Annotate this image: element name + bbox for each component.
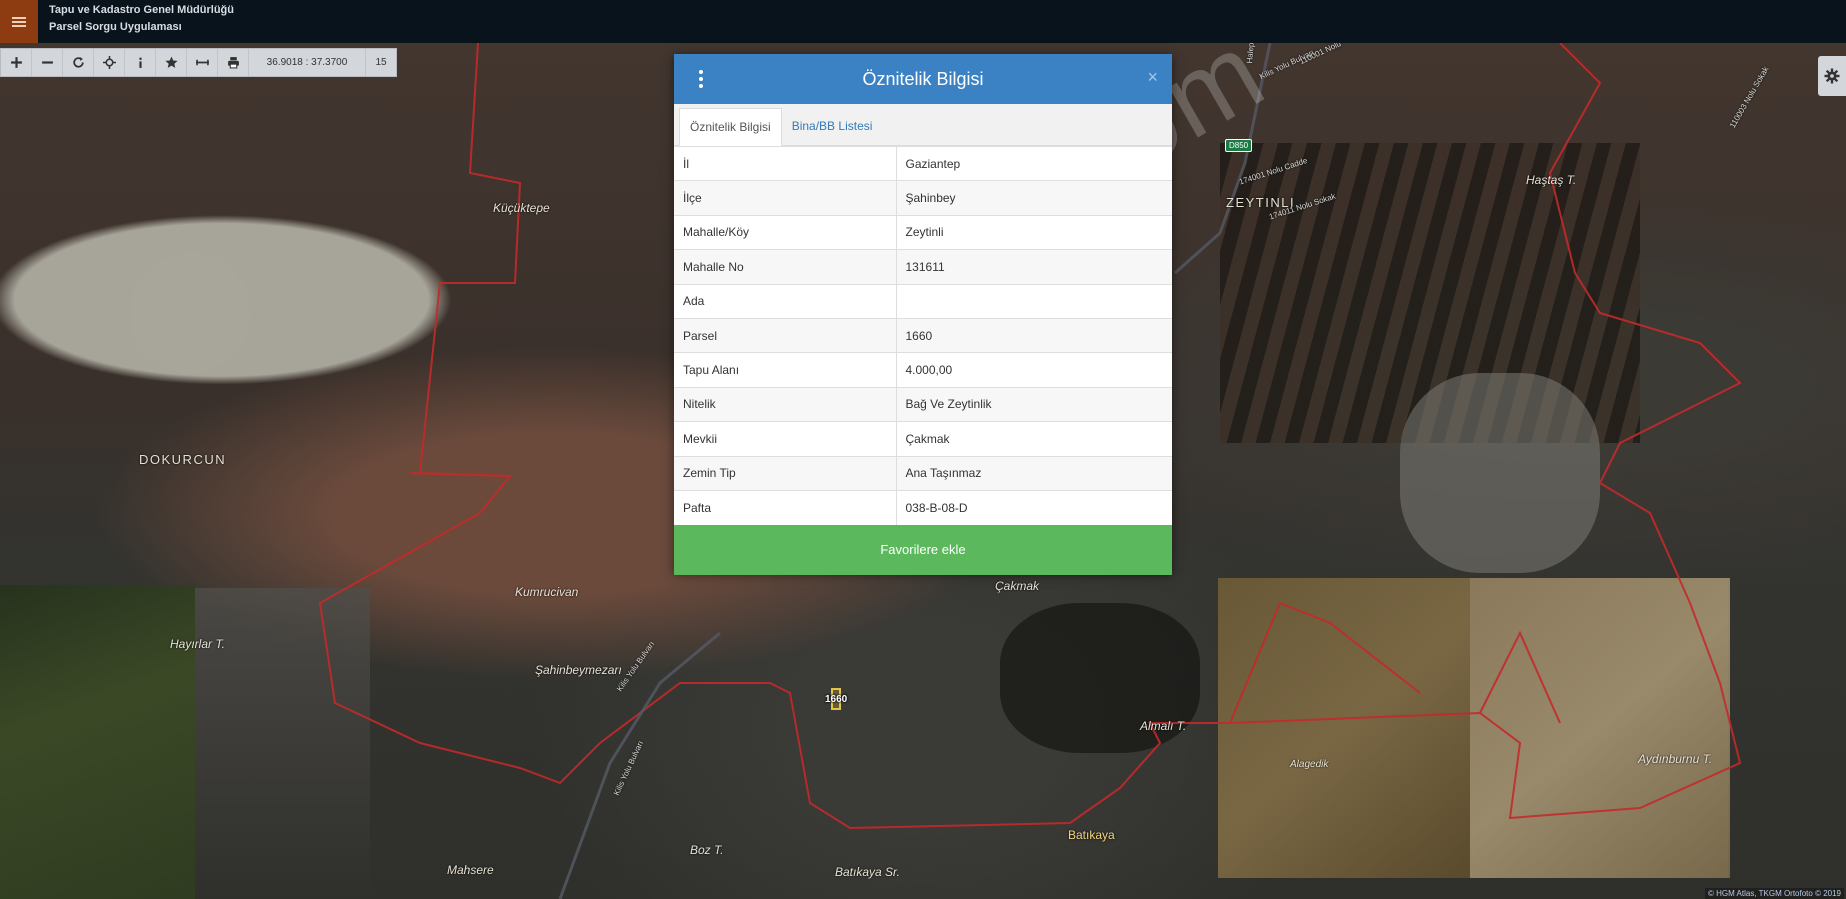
attribute-key: Zemin Tip [674, 455, 897, 491]
parcel-label: 1660 [825, 694, 848, 705]
dialog-tabs: Öznitelik Bilgisi Bina/BB Listesi [674, 104, 1172, 146]
attribute-key: Mahalle/Köy [674, 214, 897, 250]
attribute-value: Zeytinli [896, 214, 1172, 250]
dialog-header: Öznitelik Bilgisi × [674, 54, 1172, 104]
map-toolbar: 36.9018 : 37.3700 15 [0, 48, 397, 77]
gear-icon [1824, 68, 1840, 84]
refresh-icon[interactable] [63, 49, 94, 76]
table-row: Mahalle/Köy Zeytinli [674, 214, 1172, 250]
attribute-value: 4.000,00 [896, 352, 1172, 388]
coordinate-readout: 36.9018 : 37.3700 [249, 49, 366, 76]
table-row: Mevkii Çakmak [674, 421, 1172, 457]
attribute-table: İl Gaziantep İlçe Şahinbey Mahalle/Köy Zeytin… [674, 145, 1172, 525]
map-label: Haştaş T. [1526, 173, 1577, 187]
map-label: Batıkaya [1068, 828, 1115, 842]
attribute-value [896, 283, 1172, 319]
attribute-value: Çakmak [896, 421, 1172, 457]
kebab-menu-icon[interactable] [698, 70, 704, 88]
attribute-value: Gaziantep [896, 145, 1172, 181]
attribute-key: Pafta [674, 489, 897, 525]
info-icon[interactable] [125, 49, 156, 76]
add-to-favorites-button[interactable]: Favorilere ekle [674, 524, 1172, 575]
attribute-key: İlçe [674, 180, 897, 216]
table-row: Tapu Alanı 4.000,00 [674, 352, 1172, 388]
attribute-info-dialog: Öznitelik Bilgisi × Öznitelik Bilgisi Bi… [674, 54, 1172, 575]
map-label: Boz T. [690, 843, 724, 857]
measure-icon[interactable] [187, 49, 218, 76]
zoom-level: 15 [375, 57, 387, 68]
tab-attribute-info[interactable]: Öznitelik Bilgisi [679, 108, 782, 146]
table-row: Pafta 038-B-08-D [674, 489, 1172, 525]
attribute-key: Mahalle No [674, 249, 897, 285]
settings-button[interactable] [1818, 56, 1846, 96]
app-name: Parsel Sorgu Uygulaması [49, 21, 182, 33]
attribute-key: İl [674, 145, 897, 181]
tab-building-list[interactable]: Bina/BB Listesi [782, 107, 883, 145]
attribute-key: Mevkii [674, 421, 897, 457]
app-title: Tapu ve Kadastro Genel Müdürlüğü Parsel … [49, 2, 234, 36]
print-icon[interactable] [218, 49, 249, 76]
map-label: Mahsere [447, 863, 494, 877]
map-label: Alagedik [1290, 759, 1329, 770]
attribute-value: 038-B-08-D [896, 489, 1172, 525]
map-label: Şahinbeymezarı [535, 663, 622, 677]
map-label: Almalı T. [1140, 719, 1187, 733]
attribute-key: Ada [674, 283, 897, 319]
map-attribution[interactable]: © HGM Atlas, TKGM Ortofoto © 2019 [1704, 888, 1844, 899]
attribute-value: Şahinbey [896, 180, 1172, 216]
attribute-key: Nitelik [674, 386, 897, 422]
menu-button[interactable] [0, 0, 38, 43]
hamburger-icon [12, 16, 26, 27]
org-name: Tapu ve Kadastro Genel Müdürlüğü [49, 4, 234, 16]
map-label: Batıkaya Sr. [835, 865, 900, 879]
dialog-title: Öznitelik Bilgisi [862, 68, 984, 89]
favorite-star-icon[interactable] [156, 49, 187, 76]
table-row: İl Gaziantep [674, 145, 1172, 181]
attribute-value: 131611 [896, 249, 1172, 285]
attribute-key: Parsel [674, 317, 897, 353]
app-header: Tapu ve Kadastro Genel Müdürlüğü Parsel … [0, 0, 1846, 43]
attribute-value: Ana Taşınmaz [896, 455, 1172, 491]
table-row: İlçe Şahinbey [674, 180, 1172, 216]
map-label: Küçüktepe [493, 201, 550, 215]
map-label: Kumrucivan [515, 585, 579, 599]
map-label: Aydınburnu T. [1638, 752, 1713, 766]
table-row: Parsel 1660 [674, 317, 1172, 353]
map-label: Çakmak [995, 579, 1040, 593]
table-row: Zemin Tip Ana Taşınmaz [674, 455, 1172, 491]
attribute-value: 1660 [896, 317, 1172, 353]
map-label: Hayırlar T. [170, 637, 225, 651]
table-row: Mahalle No 131611 [674, 249, 1172, 285]
close-icon[interactable]: × [1147, 68, 1158, 86]
locate-icon[interactable] [94, 49, 125, 76]
zoom-in-icon[interactable] [1, 49, 32, 76]
attribute-key: Tapu Alanı [674, 352, 897, 388]
table-row: Nitelik Bağ Ve Zeytinlik [674, 386, 1172, 422]
zoom-out-icon[interactable] [32, 49, 63, 76]
attribute-value: Bağ Ve Zeytinlik [896, 386, 1172, 422]
table-row: Ada [674, 283, 1172, 319]
map-label: DOKURCUN [139, 452, 227, 467]
